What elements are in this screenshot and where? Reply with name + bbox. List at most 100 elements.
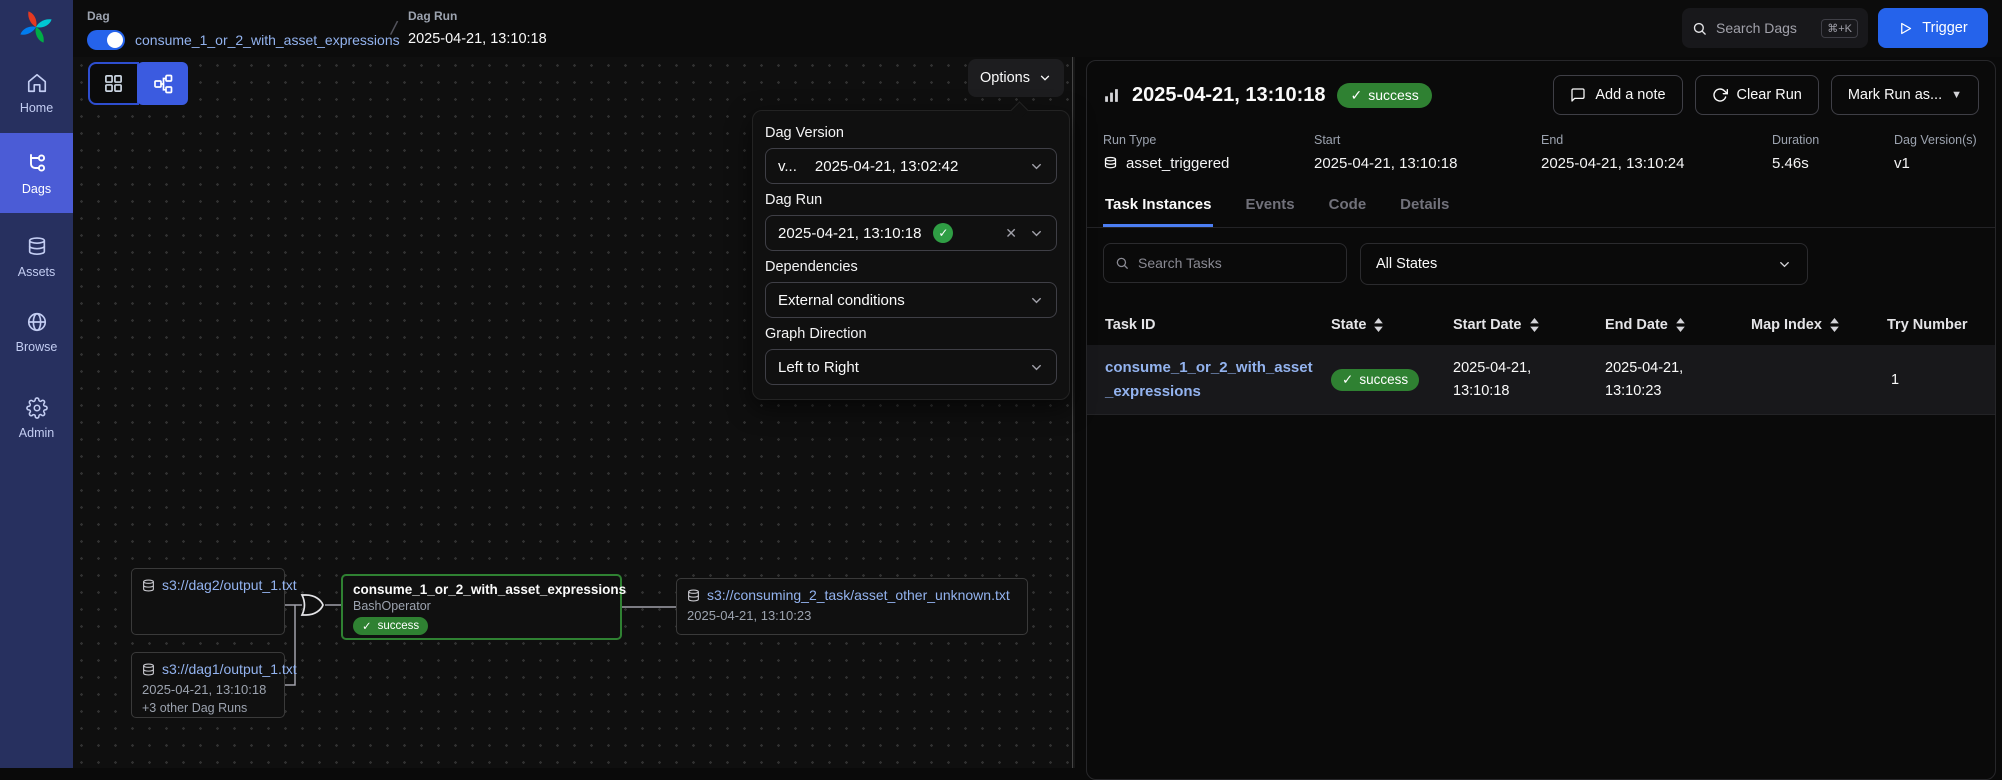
asset-extra-runs: +3 other Dag Runs [142,701,274,715]
chevron-down-icon [1777,257,1792,272]
sort-icon[interactable] [1676,318,1685,332]
search-tasks-input[interactable] [1138,255,1335,271]
sort-icon[interactable] [1374,318,1383,332]
end-date-cell: 2025-04-21, 13:10:23 [1605,357,1751,402]
col-try-number: Try Number [1887,317,1995,333]
bar-chart-icon [1103,87,1120,104]
run-detail-panel: 2025-04-21, 13:10:18 ✓success Add a note [1075,57,2002,768]
asset-link[interactable]: s3://dag1/output_1.txt [162,661,297,677]
chevron-down-icon [1029,226,1044,241]
check-icon: ✓ [362,619,372,633]
sidebar-item-dags[interactable]: Dags [0,133,73,213]
state-cell: ✓success [1331,369,1453,391]
toggle-knob [107,32,123,48]
asset-node-consuming-2-task[interactable]: s3://consuming_2_task/asset_other_unknow… [676,578,1028,635]
asset-node-dag2-output[interactable]: s3://dag2/output_1.txt [131,568,285,635]
check-icon: ✓ [1350,87,1362,104]
asset-node-dag1-output[interactable]: s3://dag1/output_1.txt 2025-04-21, 13:10… [131,652,285,718]
meta-start: Start 2025-04-21, 13:10:18 [1314,133,1541,172]
graph-view-button[interactable] [137,62,188,105]
graph-view-icon [153,74,173,94]
database-icon [142,663,155,676]
meta-duration: Duration 5.46s [1772,133,1894,172]
sort-icon[interactable] [1530,318,1539,332]
tab-details[interactable]: Details [1398,188,1451,227]
sidebar-item-browse[interactable]: Browse [0,301,73,364]
search-icon [1115,256,1129,270]
options-button[interactable]: Options [968,59,1064,97]
asset-link[interactable]: s3://dag2/output_1.txt [162,577,297,593]
run-meta-row: Run Type asset_triggered Start 2025-04-2… [1087,125,1995,188]
task-state-badge: ✓success [353,617,428,635]
airflow-logo[interactable] [16,7,56,47]
grid-view-button[interactable] [88,62,139,105]
dag-run-select[interactable]: 2025-04-21, 13:10:18 ✓ ✕ [765,215,1057,251]
home-icon [26,72,48,94]
run-detail-card: 2025-04-21, 13:10:18 ✓success Add a note [1086,60,1996,780]
dag-version-label: Dag Version [765,125,1057,141]
tab-events[interactable]: Events [1243,188,1296,227]
sidebar-item-label: Home [20,101,53,115]
task-node-title: consume_1_or_2_with_asset_expressions [353,582,610,597]
graph-direction-select[interactable]: Left to Right [765,349,1057,385]
add-note-button[interactable]: Add a note [1553,75,1682,115]
trigger-button[interactable]: Trigger [1878,8,1988,48]
or-gate-icon [302,595,323,615]
dependencies-label: Dependencies [765,259,1057,275]
col-state: State [1331,317,1453,333]
breadcrumb-run-timestamp: 2025-04-21, 13:10:18 [408,31,547,47]
dag-version-select[interactable]: v... 2025-04-21, 13:02:42 [765,148,1057,184]
task-id-cell: consume_1_or_2_with_asset_expressions [1087,356,1331,403]
asset-timestamp: 2025-04-21, 13:10:18 [142,682,274,697]
sort-icon[interactable] [1830,318,1839,332]
col-start-date: Start Date [1453,317,1605,333]
dags-icon [25,151,49,175]
search-shortcut-badge: ⌘+K [1821,19,1858,38]
clear-run-button[interactable]: Clear Run [1695,75,1819,115]
top-header: Dag consume_1_or_2_with_asset_expression… [73,0,2002,57]
search-tasks-box[interactable] [1103,243,1347,283]
breadcrumb-run-label: Dag Run [408,9,547,23]
globe-icon [26,311,48,333]
check-icon: ✓ [1342,372,1353,388]
tab-task-instances[interactable]: Task Instances [1103,188,1213,227]
sidebar-item-admin[interactable]: Admin [0,387,73,450]
graph-canvas[interactable]: Options Dag Version v... 2025-04-21, 13:… [73,57,1072,768]
refresh-icon [1712,87,1728,103]
sidebar-item-label: Admin [19,426,54,440]
view-toggle-group [88,62,188,105]
note-icon [1570,87,1586,103]
meta-dag-versions: Dag Version(s) v1 [1894,133,1979,172]
task-node-consume[interactable]: consume_1_or_2_with_asset_expressions Ba… [341,574,622,640]
sidebar-item-assets[interactable]: Assets [0,226,73,289]
dag-pause-toggle[interactable] [87,30,125,50]
clear-selection-icon[interactable]: ✕ [1005,225,1017,242]
run-tabs: Task Instances Events Code Details [1087,188,1995,228]
task-id-link[interactable]: consume_1_or_2_with_asset_expressions [1105,356,1315,403]
grid-view-icon [104,74,123,93]
dag-name-link[interactable]: consume_1_or_2_with_asset_expressions [135,32,400,48]
col-map-index: Map Index [1751,317,1887,333]
col-end-date: End Date [1605,317,1751,333]
sidebar-item-home[interactable]: Home [0,62,73,125]
task-table-header: Task ID State Start Date End Date Map In… [1087,301,1995,345]
meta-end: End 2025-04-21, 13:10:24 [1541,133,1772,172]
asset-timestamp: 2025-04-21, 13:10:23 [687,608,1017,623]
tab-code[interactable]: Code [1327,188,1369,227]
asset-link[interactable]: s3://consuming_2_task/asset_other_unknow… [707,587,1010,603]
gear-icon [26,397,48,419]
chevron-down-icon [1038,71,1052,85]
state-filter-select[interactable]: All States [1360,243,1808,285]
sidebar: Home Dags Assets [0,0,73,768]
table-row[interactable]: consume_1_or_2_with_asset_expressions ✓s… [1087,345,1995,415]
search-dags-box[interactable]: ⌘+K [1682,8,1868,48]
sidebar-item-label: Dags [22,182,51,196]
sidebar-item-label: Assets [18,265,56,279]
col-task-id: Task ID [1087,317,1331,333]
asset-stack-icon [1103,156,1118,171]
mark-run-as-button[interactable]: Mark Run as... ▼ [1831,75,1979,115]
database-icon [142,579,155,592]
search-icon [1692,21,1707,36]
dependencies-select[interactable]: External conditions [765,282,1057,318]
search-dags-input[interactable] [1716,20,1812,36]
